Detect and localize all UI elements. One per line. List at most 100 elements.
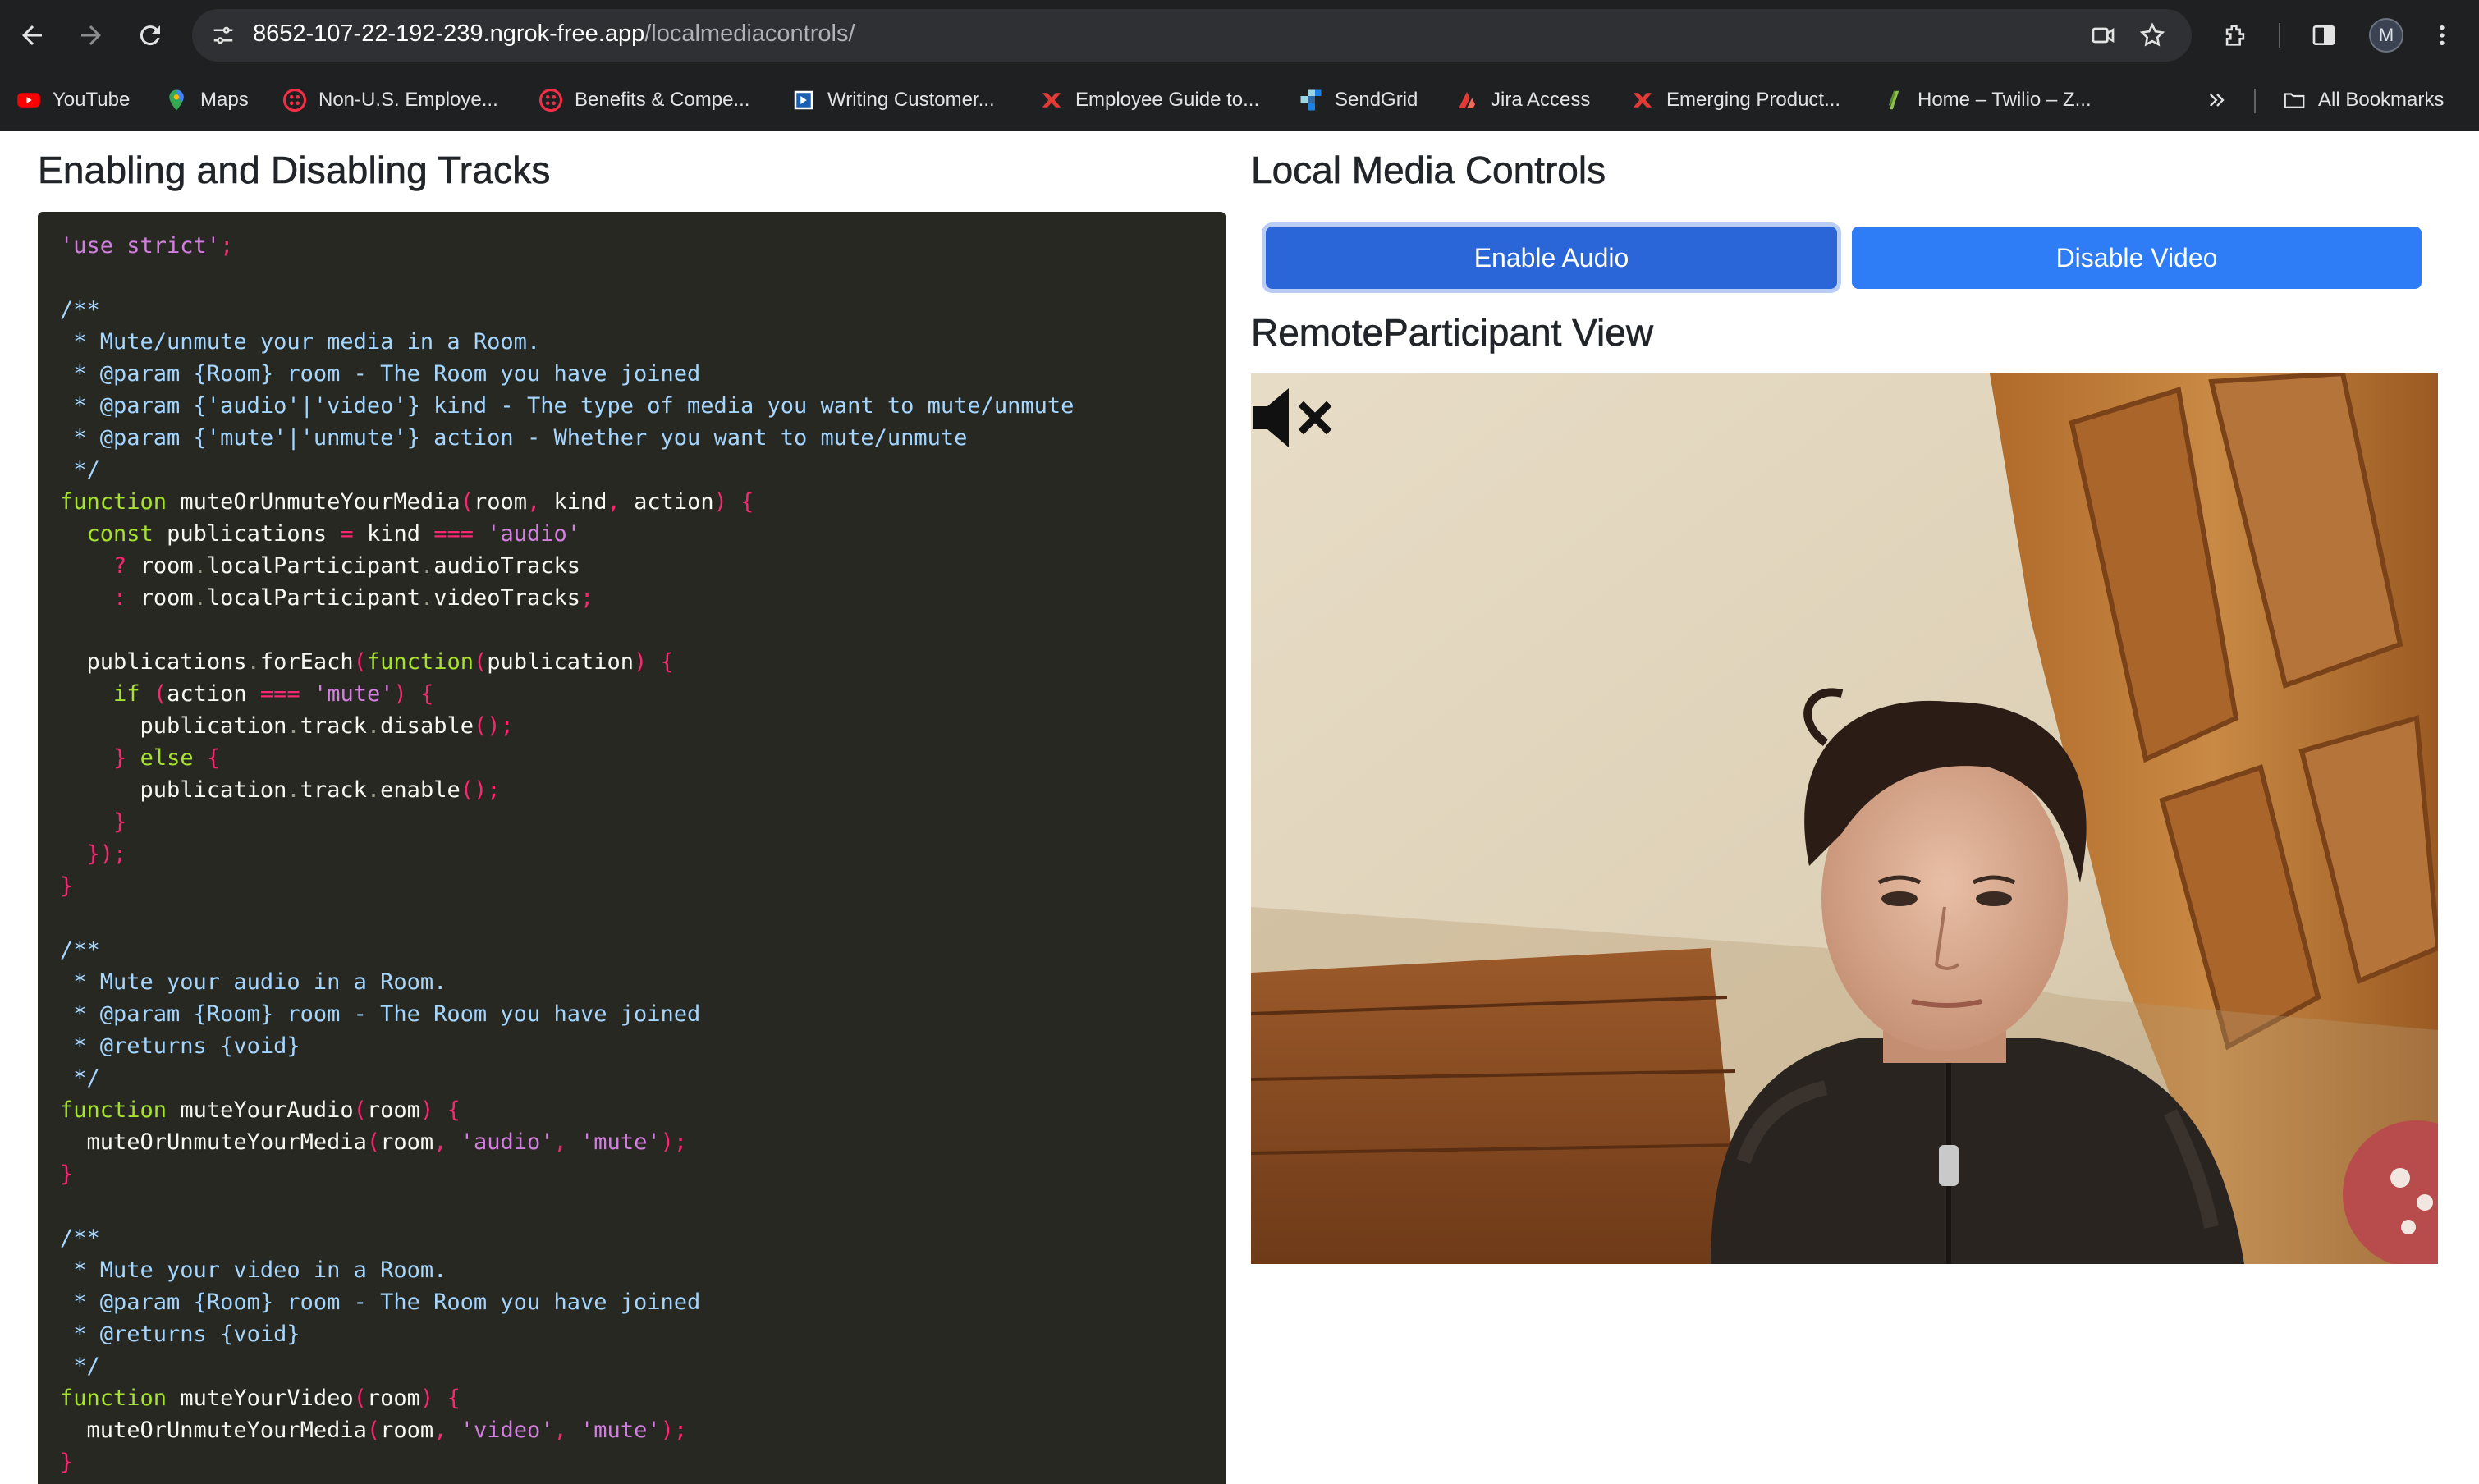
code-line: muteOrUnmuteYourMedia(room, 'video', 'mu…	[86, 1418, 688, 1443]
remote-participant-title: RemoteParticipant View	[1251, 311, 1654, 355]
browser-toolbar: 8652-107-22-192-239.ngrok-free.app/local…	[0, 0, 2479, 71]
code-line: function muteOrUnmuteYourMedia(room, kin…	[60, 489, 754, 515]
maps-icon	[164, 88, 189, 112]
code-line: }	[113, 809, 127, 835]
red-x-icon	[1039, 88, 1064, 112]
bookmark-label: Jira Access	[1491, 89, 1591, 111]
bookmark-emerging-product[interactable]: Emerging Product...	[1630, 84, 1840, 117]
bookmarks-divider	[2254, 89, 2256, 113]
bookmark-youtube[interactable]: YouTube	[16, 84, 130, 117]
red-x-icon	[1630, 88, 1655, 112]
all-bookmarks-button[interactable]: All Bookmarks	[2282, 84, 2444, 117]
bookmark-employee-guide[interactable]: Employee Guide to...	[1039, 84, 1259, 117]
jira-icon	[1455, 88, 1479, 112]
bookmark-label: Maps	[200, 89, 249, 111]
url-text[interactable]: 8652-107-22-192-239.ngrok-free.app/local…	[253, 21, 855, 48]
code-line: 'use strict';	[60, 233, 234, 259]
back-button[interactable]	[11, 15, 53, 56]
code-line: : room.localParticipant.videoTracks;	[113, 585, 594, 611]
code-line: * @param {'audio'|'video'} kind - The ty…	[60, 393, 1075, 419]
site-info-icon[interactable]	[207, 19, 240, 52]
code-line: function muteYourAudio(room) {	[60, 1097, 461, 1123]
bookmark-label: Non-U.S. Employe...	[318, 89, 498, 111]
code-line: }	[60, 1161, 74, 1187]
code-line: publication.track.disable();	[140, 713, 514, 739]
code-line: * @returns {void}	[60, 1033, 300, 1059]
code-line: if (action === 'mute') {	[113, 681, 434, 707]
leaf-icon	[1881, 88, 1906, 112]
bookmark-maps[interactable]: Maps	[164, 84, 249, 117]
remote-participant-video	[1251, 373, 2438, 1264]
code-line: }	[60, 1450, 74, 1475]
code-line: * Mute your audio in a Room.	[60, 969, 447, 995]
bookmark-label: Emerging Product...	[1666, 89, 1841, 111]
code-line: publications.forEach(function(publicatio…	[86, 649, 674, 675]
twilio-icon	[538, 88, 563, 112]
code-line: * Mute/unmute your media in a Room.	[60, 329, 541, 355]
camera-icon[interactable]	[2088, 21, 2118, 50]
bookmark-label: SendGrid	[1335, 89, 1418, 111]
youtube-icon	[16, 88, 41, 112]
url-path: /localmediacontrols/	[644, 21, 855, 47]
code-line: } else {	[113, 745, 221, 771]
code-block: 'use strict'; /** * Mute/unmute your med…	[38, 212, 1226, 1484]
bookmark-label: Benefits & Compe...	[575, 89, 750, 111]
folder-icon	[2282, 88, 2307, 112]
bookmark-home-twilio[interactable]: Home – Twilio – Z...	[1881, 84, 2092, 117]
chevron-double-right-icon	[2205, 88, 2229, 112]
code-line: * @param {Room} room - The Room you have…	[60, 1001, 701, 1027]
bookmark-label: Employee Guide to...	[1075, 89, 1260, 111]
side-panel-icon[interactable]	[2305, 16, 2343, 54]
bookmark-label: Home – Twilio – Z...	[1918, 89, 2092, 111]
code-line: */	[60, 1065, 100, 1091]
bookmark-benefits[interactable]: Benefits & Compe...	[538, 84, 749, 117]
code-line: });	[86, 841, 127, 867]
all-bookmarks-label: All Bookmarks	[2318, 89, 2445, 111]
bookmark-writing-customer[interactable]: Writing Customer...	[791, 84, 995, 117]
code-line: * @param {Room} room - The Room you have…	[60, 1289, 701, 1315]
arrow-right-icon	[81, 25, 101, 45]
code-line: */	[60, 1353, 100, 1379]
video-frame	[1251, 373, 2438, 1264]
bookmarks-bar: YouTube Maps Non-U.S. Employe... Benefit…	[0, 71, 2479, 131]
reload-button[interactable]	[130, 15, 171, 56]
bookmark-sendgrid[interactable]: SendGrid	[1299, 84, 1418, 117]
extensions-icon[interactable]	[2216, 16, 2254, 54]
code-line: }	[60, 873, 74, 899]
bookmarks-overflow-button[interactable]	[2205, 84, 2241, 117]
address-bar[interactable]: 8652-107-22-192-239.ngrok-free.app/local…	[192, 9, 2192, 62]
page-content: Enabling and Disabling Tracks 'use stric…	[0, 131, 2479, 1484]
more-menu-icon[interactable]	[2423, 16, 2461, 54]
bookmark-label: YouTube	[53, 89, 131, 111]
arrow-left-icon	[22, 25, 42, 45]
toolbar-divider	[2279, 23, 2280, 48]
code-line: const publications = kind === 'audio'	[86, 521, 581, 547]
code-line: * Mute your video in a Room.	[60, 1257, 447, 1283]
code-line: ? room.localParticipant.audioTracks	[113, 553, 581, 579]
code-line: /**	[60, 937, 100, 963]
forward-button[interactable]	[71, 15, 112, 56]
code-line: * @returns {void}	[60, 1321, 300, 1347]
code-line: /**	[60, 1225, 100, 1251]
url-host: 8652-107-22-192-239.ngrok-free.app	[253, 21, 645, 47]
code-line: */	[60, 457, 100, 483]
code-line: function muteYourVideo(room) {	[60, 1386, 461, 1411]
bookmark-label: Writing Customer...	[827, 89, 995, 111]
enable-audio-button[interactable]: Enable Audio	[1266, 227, 1837, 289]
profile-avatar[interactable]: M	[2369, 18, 2403, 53]
local-media-controls-title: Local Media Controls	[1251, 149, 1606, 192]
twilio-icon	[282, 88, 307, 112]
sendgrid-icon	[1299, 88, 1323, 112]
page-title: Enabling and Disabling Tracks	[38, 149, 551, 192]
code-line: publication.track.enable();	[140, 777, 501, 803]
bookmark-non-us-employee[interactable]: Non-U.S. Employe...	[282, 84, 498, 117]
code-line: muteOrUnmuteYourMedia(room, 'audio', 'mu…	[86, 1129, 688, 1155]
bookmark-star-icon[interactable]	[2138, 21, 2167, 50]
disable-video-button[interactable]: Disable Video	[1852, 227, 2422, 289]
bookmark-jira-access[interactable]: Jira Access	[1455, 84, 1590, 117]
doc-icon	[791, 88, 816, 112]
code-line: /**	[60, 297, 100, 323]
